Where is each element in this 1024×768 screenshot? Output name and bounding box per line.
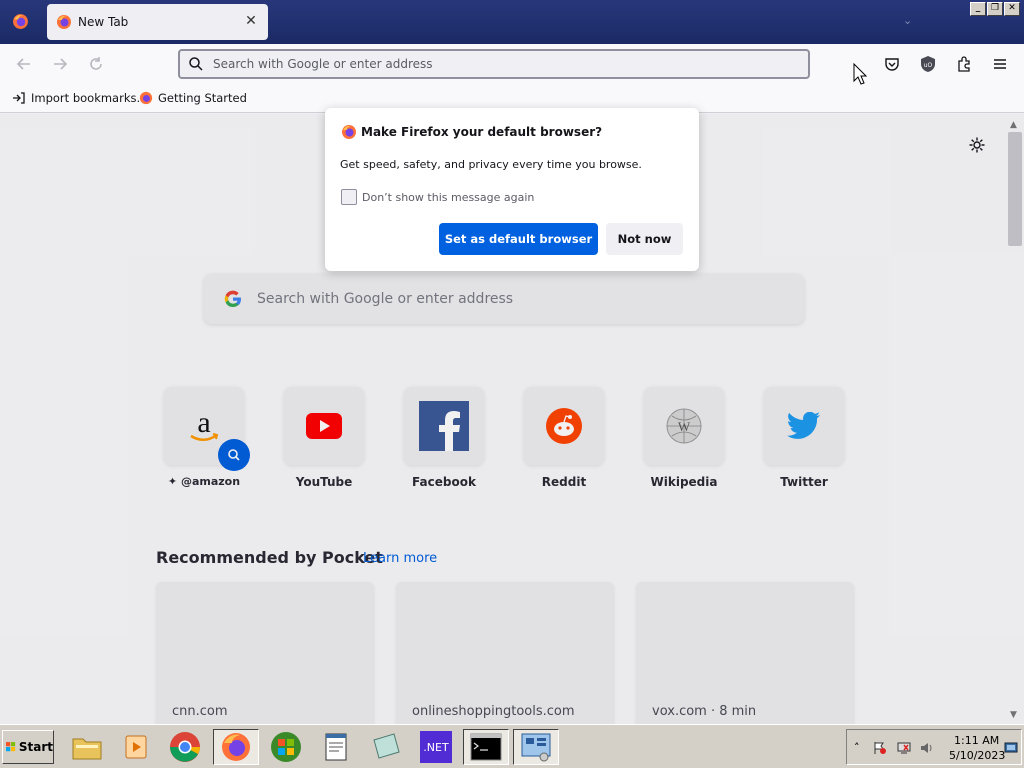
taskbar-media-player[interactable] [113,729,159,765]
forward-arrow-icon[interactable] [50,54,70,74]
bookmark-import[interactable]: Import bookmarks... [12,91,147,105]
dotnet-icon: .NET [420,731,452,763]
back-arrow-icon[interactable] [14,54,34,74]
minimize-button[interactable]: _ [970,2,986,16]
firefox-icon [342,125,356,139]
dont-show-checkbox[interactable] [341,189,357,205]
paper-icon [373,733,400,759]
dialog-title: Make Firefox your default browser? [361,125,603,139]
ublock-shield-icon[interactable]: uO [919,55,937,73]
close-window-button[interactable]: ✕ [1004,2,1020,16]
network-icon[interactable] [897,741,911,755]
taskbar-notepad[interactable] [313,729,359,765]
close-icon[interactable]: ✕ [244,14,258,28]
extensions-puzzle-icon[interactable] [955,55,973,73]
tab-new-tab[interactable]: New Tab ✕ [47,4,268,40]
media-player-icon [125,735,147,759]
clock-date[interactable]: 5/10/2023 [949,749,1005,762]
bookmark-label: Getting Started [158,91,247,105]
taskbar-control-panel[interactable] [513,729,559,765]
hamburger-menu-icon[interactable] [991,55,1009,73]
taskbar-file-explorer[interactable] [64,729,110,765]
taskbar: Start .NET ˄ 1:11 AM 5/10/2023 [0,724,1024,768]
firefox-icon [222,733,250,761]
taskbar-firefox[interactable] [213,729,259,765]
reload-icon[interactable] [86,54,106,74]
firefox-menu-icon[interactable] [12,13,29,30]
svg-text:uO: uO [924,62,933,69]
file-explorer-icon [72,738,102,760]
taskbar-chrome[interactable] [162,729,208,765]
show-hidden-icons-icon[interactable]: ˄ [854,741,868,755]
system-tray: ˄ 1:11 AM 5/10/2023 [846,729,1022,765]
default-browser-dialog: Make Firefox your default browser? Get s… [325,108,699,271]
control-panel-icon [521,733,551,762]
tab-title: New Tab [78,15,129,29]
firefox-icon [139,91,153,105]
navigation-toolbar: uO [0,44,1024,84]
dialog-body: Get speed, safety, and privacy every tim… [340,158,642,171]
action-center-flag-icon[interactable] [873,741,887,755]
bookmark-label: Import bookmarks... [31,91,148,105]
taskbar-paper[interactable] [363,729,409,765]
show-desktop-icon[interactable] [1004,741,1018,755]
windows-logo-icon [6,742,16,752]
title-bar: New Tab ✕ ⌄ _ ❐ ✕ [0,0,1024,44]
set-default-browser-button[interactable]: Set as default browser [439,223,598,255]
search-icon [189,57,203,71]
url-input[interactable] [213,57,773,71]
terminal-icon [470,733,502,761]
taskbar-windows[interactable] [263,729,309,765]
clock-time[interactable]: 1:11 AM [954,734,999,747]
windows-logo-icon [271,732,301,762]
restore-button[interactable]: ❐ [987,2,1003,16]
firefox-icon [57,15,71,29]
checkbox-label[interactable]: Don’t show this message again [362,191,534,204]
taskbar-dotnet[interactable]: .NET [413,729,459,765]
address-bar[interactable] [178,49,810,79]
window-controls: _ ❐ ✕ [970,2,1020,16]
pocket-icon[interactable] [883,55,901,73]
volume-icon[interactable] [920,741,934,755]
import-icon [13,92,25,104]
chrome-icon [170,732,200,762]
bookmark-getting-started[interactable]: Getting Started [139,91,247,105]
notepad-icon [325,733,347,761]
taskbar-terminal[interactable] [463,729,509,765]
chevron-down-icon[interactable]: ⌄ [903,14,912,27]
not-now-button[interactable]: Not now [606,223,683,255]
start-button[interactable]: Start [2,730,54,764]
start-label: Start [18,740,53,754]
mouse-cursor-icon [853,63,867,85]
